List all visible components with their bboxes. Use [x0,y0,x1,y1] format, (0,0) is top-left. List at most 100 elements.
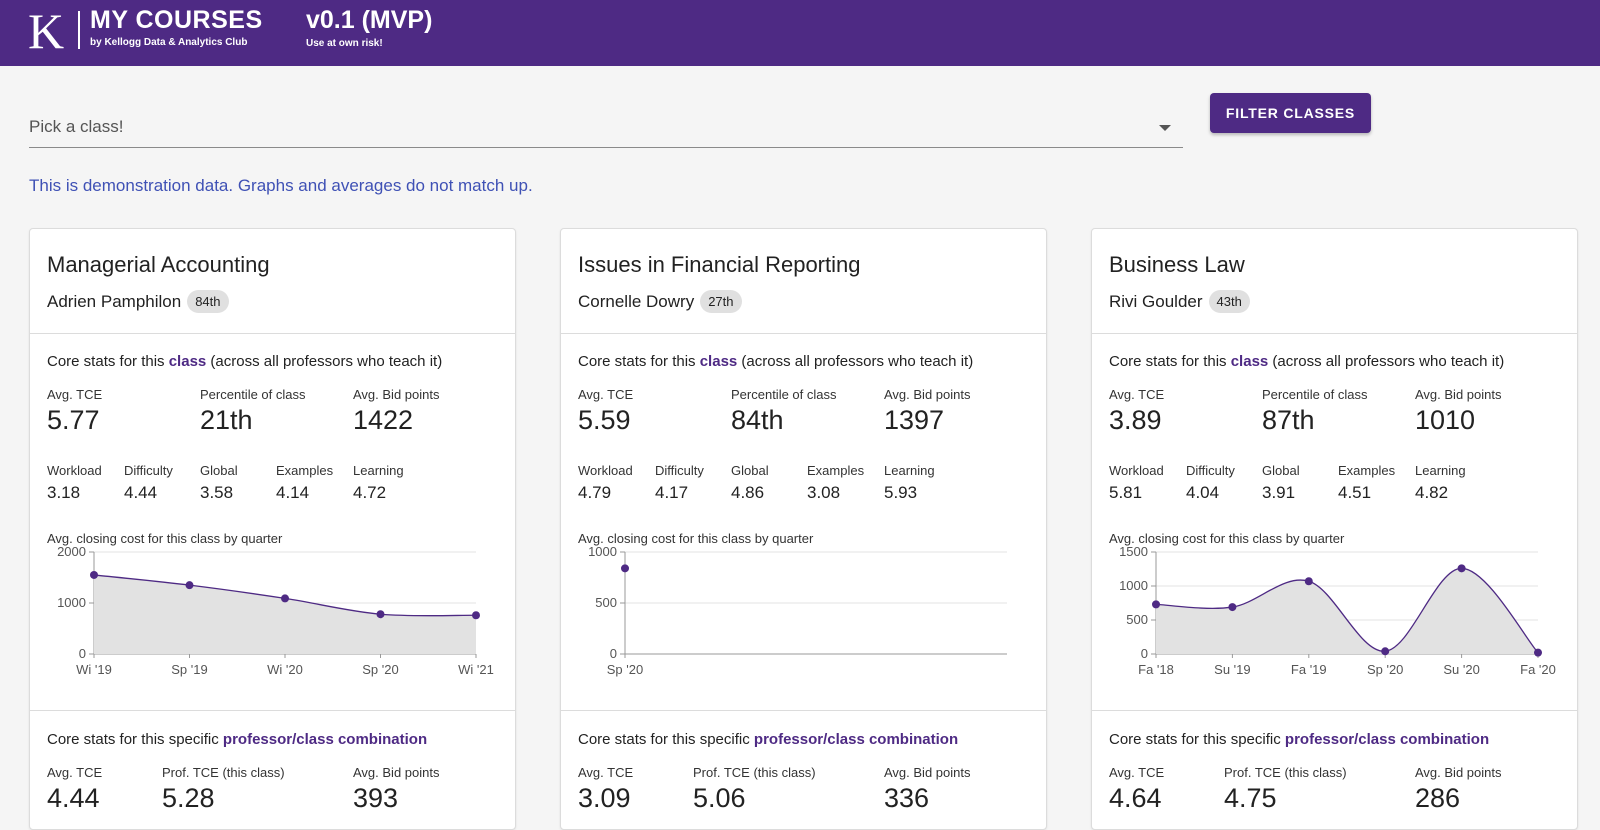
course-title[interactable]: Managerial Accounting [47,252,270,278]
percentile-value: 87th [1262,405,1315,435]
y-tick-label: 500 [595,595,617,610]
class-stats-heading: Core stats for this class (across all pr… [578,353,973,370]
global-label: Global [200,463,238,478]
combo-bid-value: 336 [884,783,930,813]
rank-badge: 27th [700,290,742,313]
bid-points-value: 1397 [884,405,945,435]
course-title[interactable]: Issues in Financial Reporting [578,252,860,278]
avg-tce-value: 5.59 [578,405,631,435]
learning-value: 5.93 [884,483,918,502]
percentile-label: Percentile of class [731,387,837,402]
percentile-label: Percentile of class [1262,387,1368,402]
workload-value: 4.79 [578,483,612,502]
workload-label: Workload [47,463,102,478]
combo-bid-value: 286 [1415,783,1461,813]
closing-cost-chart-title: Avg. closing cost for this class by quar… [47,531,283,546]
combo-bid-label: Avg. Bid points [1415,765,1502,780]
prof-tce-value: 5.28 [162,783,215,813]
professor-name[interactable]: Rivi Goulder [1109,292,1203,311]
prof-tce-label: Prof. TCE (this class) [1224,765,1347,780]
y-tick-label: 1000 [57,595,86,610]
combo-avg-tce-label: Avg. TCE [578,765,634,780]
combo-bid-label: Avg. Bid points [884,765,971,780]
version-note: Use at own risk! [306,38,383,49]
bid-points-label: Avg. Bid points [884,387,971,402]
x-tick-label: Sp '20 [1367,662,1403,677]
course-card-header: Managerial Accounting Adrien Pamphilon 84… [30,229,515,334]
prof-tce-label: Prof. TCE (this class) [162,765,285,780]
avg-tce-label: Avg. TCE [1109,387,1165,402]
workload-value: 3.18 [47,483,81,502]
closing-cost-chart: 0 1000 2000 Wi '19 Sp '19 Wi '20 Sp '20 Wi '21 [57,545,494,677]
difficulty-label: Difficulty [124,463,173,478]
data-point [281,594,289,603]
examples-label: Examples [1338,463,1396,478]
professor-line: Adrien Pamphilon 84th [47,290,229,313]
examples-value: 4.51 [1338,483,1372,502]
avg-tce-value: 5.77 [47,405,100,435]
professor-name[interactable]: Adrien Pamphilon [47,292,181,311]
class-stats-heading: Core stats for this class (across all pr… [1109,353,1504,370]
bid-points-label: Avg. Bid points [353,387,440,402]
series-area [1156,568,1538,654]
learning-label: Learning [353,463,404,478]
x-tick-label: Sp '20 [607,662,643,677]
course-card: Managerial Accounting Adrien Pamphilon 84… [29,228,516,830]
closing-cost-chart: 0 500 1000 Sp '20 [588,545,1007,677]
bid-points-value: 1010 [1415,405,1476,435]
x-tick-label: Wi '20 [267,662,303,677]
class-stats-heading-post: (across all professors who teach it) [737,353,974,370]
professor-line: Rivi Goulder 43th [1109,290,1250,313]
workload-value: 5.81 [1109,483,1143,502]
global-label: Global [1262,463,1300,478]
combo-stats-heading: Core stats for this specific professor/c… [47,731,427,748]
learning-label: Learning [884,463,935,478]
combo-stats-heading-highlight: professor/class combination [1284,731,1490,748]
global-value: 3.58 [200,483,234,502]
prof-tce-value: 4.75 [1224,783,1277,813]
rank-badge: 84th [187,290,229,313]
professor-name[interactable]: Cornelle Dowry [578,292,694,311]
y-tick-label: 0 [1141,646,1148,661]
bid-points-value: 1422 [353,405,414,435]
card-section-divider [561,710,1046,711]
data-point [1228,603,1237,612]
prof-tce-value: 5.06 [693,783,746,813]
combo-bid-value: 393 [353,783,399,813]
x-tick-label: Sp '19 [171,662,207,677]
x-tick-label: Fa '18 [1138,662,1174,677]
closing-cost-chart-title: Avg. closing cost for this class by quar… [578,531,814,546]
data-point [185,581,194,590]
difficulty-label: Difficulty [655,463,704,478]
class-select[interactable]: Pick a class! [29,107,1183,148]
demo-data-notice: This is demonstration data. Graphs and a… [29,176,533,195]
y-tick-label: 1000 [588,545,617,559]
x-tick-label: Fa '19 [1291,662,1327,677]
x-tick-label: Fa '20 [1520,662,1556,677]
avg-tce-label: Avg. TCE [578,387,634,402]
percentile-value: 21th [200,405,253,435]
learning-label: Learning [1415,463,1466,478]
workload-label: Workload [578,463,633,478]
kellogg-logo[interactable]: K [28,3,64,59]
examples-label: Examples [807,463,865,478]
combo-avg-tce-label: Avg. TCE [47,765,103,780]
combo-stats-heading-highlight: professor/class combination [753,731,959,748]
data-point [376,610,385,619]
combo-avg-tce-label: Avg. TCE [1109,765,1165,780]
course-title[interactable]: Business Law [1109,252,1245,278]
chevron-down-icon[interactable] [1159,125,1171,131]
app-header: K MY COURSES by Kellogg Data & Analytics… [0,0,1600,66]
y-tick-label: 0 [610,646,617,661]
examples-label: Examples [276,463,334,478]
course-card: Issues in Financial Reporting Cornelle D… [560,228,1047,830]
professor-line: Cornelle Dowry 27th [578,290,742,313]
prof-tce-label: Prof. TCE (this class) [693,765,816,780]
combo-stats-heading-highlight: professor/class combination [222,731,428,748]
y-tick-label: 1000 [1119,578,1148,593]
filter-classes-button[interactable]: FILTER CLASSES [1210,93,1371,133]
percentile-value: 84th [731,405,784,435]
difficulty-value: 4.17 [655,483,689,502]
closing-cost-chart: 0 500 1000 1500 Fa '18 Su '19 Fa '19 Sp '20 Su '… [1119,545,1556,677]
data-point [1152,600,1160,609]
